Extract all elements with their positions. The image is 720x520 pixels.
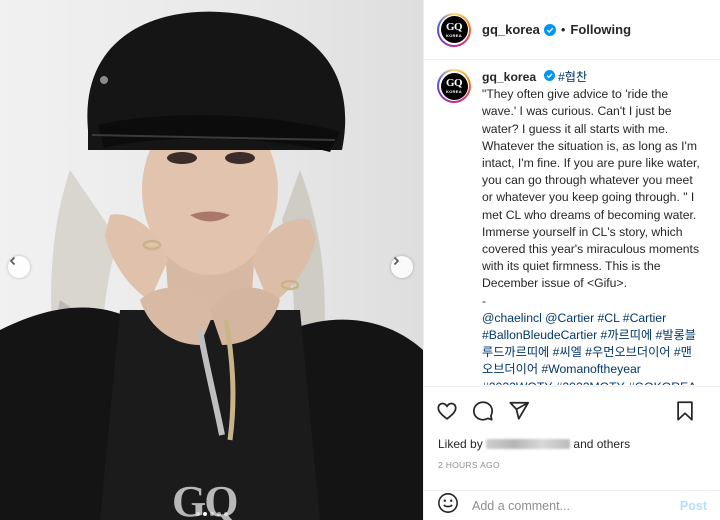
avatar-logo-text: GQ bbox=[445, 20, 463, 33]
caption-avatar-logo-subtext: KOREA bbox=[446, 89, 462, 94]
post-comment-button[interactable]: Post bbox=[680, 499, 707, 513]
emoji-icon bbox=[438, 493, 458, 513]
liked-by-suffix: and others bbox=[573, 437, 631, 451]
following-button[interactable]: Following bbox=[570, 22, 631, 37]
slide-dot bbox=[202, 512, 207, 516]
post-details-panel: GQ KOREA gq_korea • Following GQ KOREA g… bbox=[423, 0, 720, 520]
caption-dash: - bbox=[482, 293, 487, 308]
comment-button[interactable] bbox=[471, 399, 495, 423]
slide-dot bbox=[223, 512, 228, 516]
caption-first-hashtag[interactable]: #협찬 bbox=[558, 70, 587, 84]
caption-username[interactable]: gq_korea bbox=[482, 70, 536, 84]
caption-text: "They often give advice to 'ride the wav… bbox=[482, 87, 704, 291]
caption-avatar-logo-text: GQ bbox=[445, 77, 463, 89]
comment-input[interactable] bbox=[472, 498, 672, 513]
slide-dot bbox=[209, 512, 214, 516]
liked-by-summary[interactable]: Liked by and others bbox=[438, 437, 630, 451]
author-avatar[interactable]: GQ KOREA bbox=[437, 12, 471, 47]
slide-dot bbox=[216, 512, 221, 516]
emoji-button[interactable] bbox=[437, 492, 459, 519]
share-button[interactable] bbox=[507, 399, 531, 423]
post-header: GQ KOREA gq_korea • Following bbox=[424, 0, 720, 60]
blurred-username bbox=[486, 439, 571, 449]
comment-icon bbox=[472, 400, 494, 421]
caption-hashtags[interactable]: @chaelincl @Cartier #CL #Cartier #Ballon… bbox=[482, 310, 702, 385]
header-separator: • bbox=[560, 22, 566, 37]
liked-by-prefix: Liked by bbox=[438, 437, 483, 451]
share-icon bbox=[509, 401, 530, 420]
verified-icon bbox=[543, 23, 556, 36]
cl-portrait-illustration bbox=[0, 11, 423, 520]
chevron-left-icon bbox=[9, 256, 16, 266]
caption: GQ KOREA gq_korea #협찬 "They often give a… bbox=[424, 61, 720, 385]
caption-verified-icon bbox=[543, 70, 555, 81]
save-button[interactable] bbox=[673, 399, 697, 423]
caption-scroll-area[interactable]: GQ KOREA gq_korea #협찬 "They often give a… bbox=[424, 61, 720, 385]
like-button[interactable] bbox=[435, 399, 459, 423]
post-image[interactable]: GQ bbox=[0, 0, 423, 520]
caption-body: gq_korea #협찬 "They often give advice to … bbox=[482, 69, 702, 385]
chevron-right-icon bbox=[393, 256, 400, 266]
caption-author-avatar[interactable]: GQ KOREA bbox=[437, 69, 471, 103]
next-slide-button[interactable] bbox=[391, 256, 413, 278]
post-timestamp[interactable]: 2 HOURS AGO bbox=[438, 460, 500, 470]
heart-icon bbox=[437, 402, 457, 420]
author-username[interactable]: gq_korea bbox=[482, 22, 540, 37]
action-bar bbox=[424, 386, 720, 434]
bookmark-icon bbox=[677, 401, 693, 421]
comment-bar: Post bbox=[424, 490, 720, 520]
avatar-logo-subtext: KOREA bbox=[446, 32, 462, 38]
previous-slide-button[interactable] bbox=[8, 256, 30, 278]
slide-indicator bbox=[0, 512, 423, 516]
slide-dot bbox=[195, 512, 200, 516]
